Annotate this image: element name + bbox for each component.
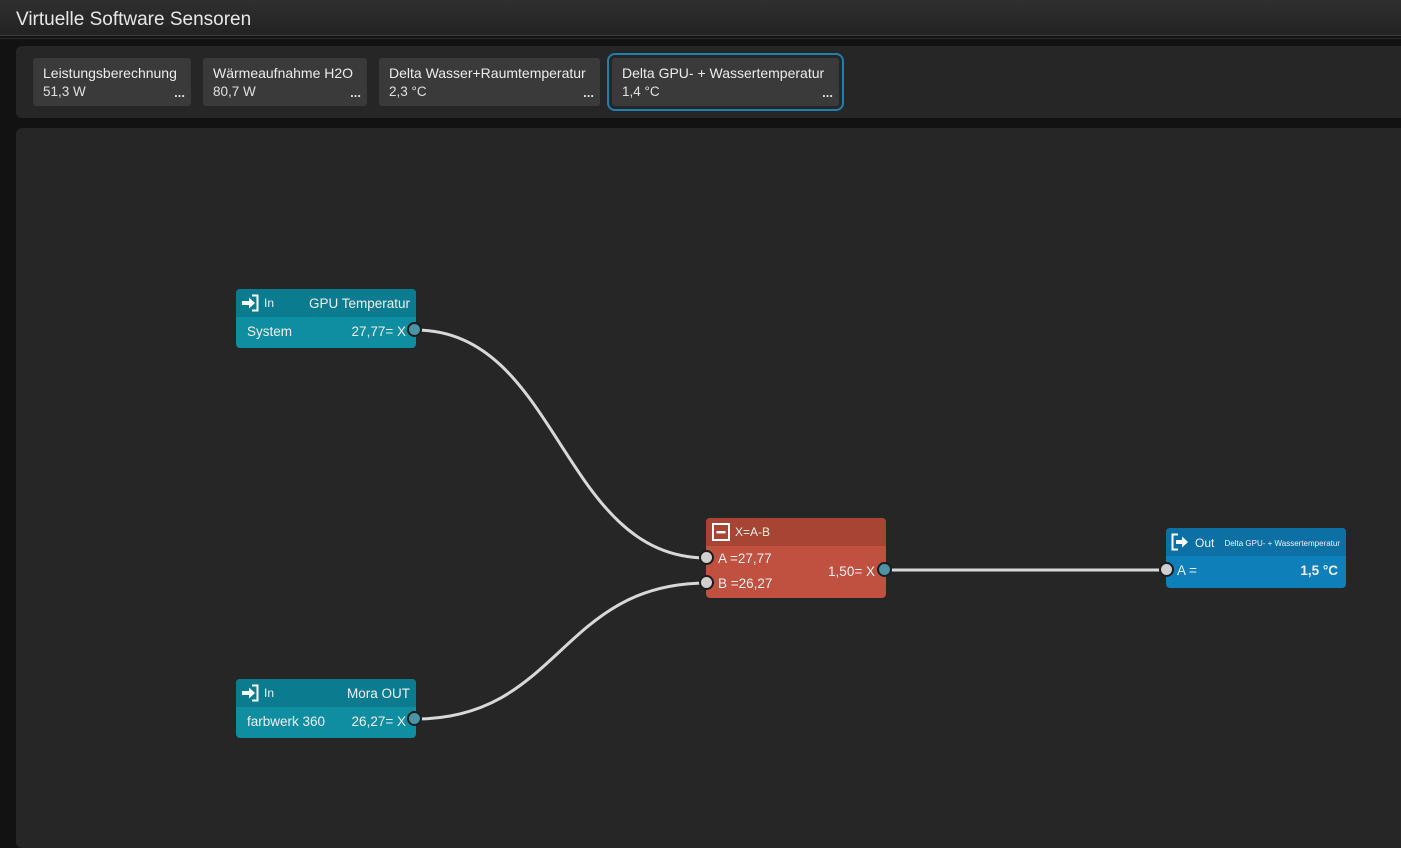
- output-port-gpu[interactable]: [407, 322, 422, 337]
- minus-square-icon: [712, 523, 730, 541]
- sign-out-icon: [1171, 533, 1188, 551]
- node-formula: X=A-B: [735, 525, 771, 539]
- output-port-label: X: [396, 324, 406, 339]
- node-header[interactable]: In GPU Temperatur: [236, 289, 416, 317]
- node-header[interactable]: In Mora OUT: [236, 679, 416, 707]
- output-port-result[interactable]: [877, 562, 892, 577]
- output-port-label: X: [865, 564, 875, 579]
- wire-gpu-to-a[interactable]: [414, 328, 708, 560]
- node-sensor-name: GPU Temperatur: [308, 296, 410, 311]
- input-port-output-a[interactable]: [1159, 562, 1174, 577]
- node-header[interactable]: Out Delta GPU- + Wassertemperatur: [1166, 528, 1346, 556]
- node-sensor-name: Delta GPU- + Wassertemperatur: [1224, 539, 1340, 548]
- output-value-text: 27,77=: [351, 324, 394, 339]
- sign-in-icon: [242, 294, 259, 312]
- input-node-gpu[interactable]: In GPU Temperatur System 27,77= X: [236, 289, 416, 348]
- input-port-b[interactable]: [699, 575, 714, 590]
- node-output-value: 1,50= X: [828, 564, 875, 579]
- input-node-mora[interactable]: In Mora OUT farbwerk 360 26,27= X: [236, 679, 416, 738]
- output-port-label: X: [396, 714, 406, 729]
- node-kind-label: In: [264, 686, 275, 700]
- input-port-a[interactable]: [699, 550, 714, 565]
- node-sensor-name: Mora OUT: [346, 686, 410, 701]
- wire-mora-to-b[interactable]: [414, 581, 708, 721]
- node-header[interactable]: X=A-B: [706, 518, 886, 546]
- connection-wires: [414, 328, 1167, 721]
- node-output-value: 27,77= X: [352, 324, 406, 339]
- calc-node-subtract[interactable]: X=A-B A =27,77 B =26,27 1,50= X: [706, 518, 886, 598]
- output-value-text: 26,27=: [351, 714, 394, 729]
- node-output-value: 26,27= X: [352, 714, 406, 729]
- node-kind-label: Out: [1195, 536, 1215, 550]
- sign-in-icon: [242, 684, 259, 702]
- output-node[interactable]: Out Delta GPU- + Wassertemperatur A = 1,…: [1166, 528, 1346, 588]
- output-value-text: 1,50=: [828, 564, 863, 579]
- output-port-mora[interactable]: [407, 711, 422, 726]
- output-node-value: 1,5 °C: [1300, 563, 1338, 578]
- node-kind-label: In: [264, 296, 275, 310]
